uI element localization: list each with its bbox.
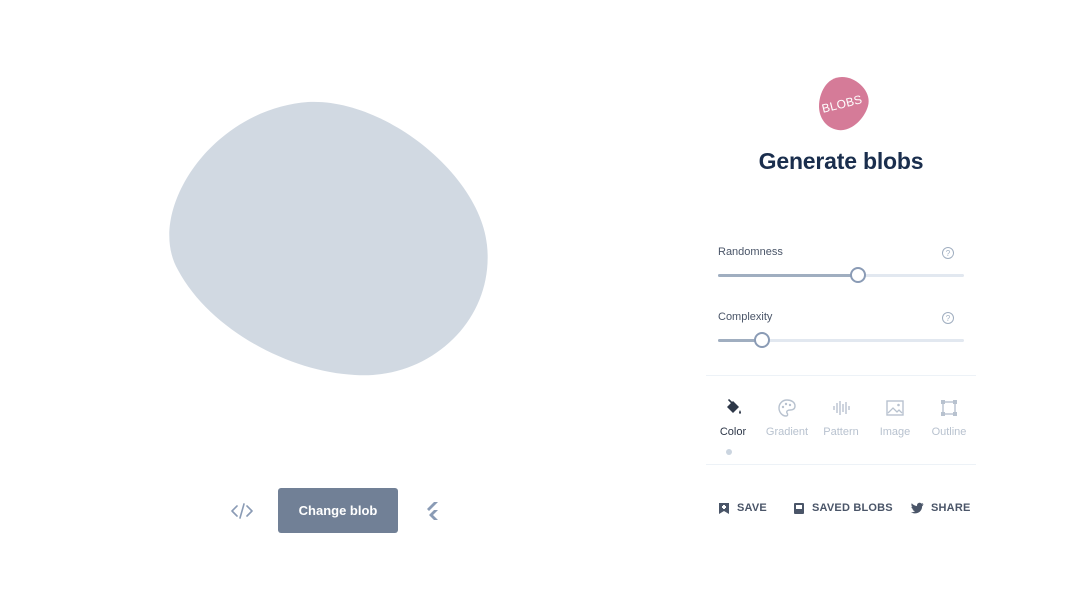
- tab-image-label: Image: [879, 426, 911, 438]
- bookmark-icon: [719, 502, 729, 514]
- saved-blobs-button[interactable]: SAVED BLOBS: [793, 498, 893, 518]
- outline-square-icon: [941, 400, 957, 416]
- book-icon: [794, 502, 804, 514]
- tab-outline[interactable]: Outline: [922, 392, 976, 452]
- fill-type-tabs: Color Gradient Pattern Image Outline: [706, 392, 976, 462]
- blobs-logo: BLOBS: [812, 74, 872, 134]
- divider: [706, 464, 976, 465]
- share-button[interactable]: SHARE: [911, 498, 971, 518]
- help-icon[interactable]: ?: [942, 312, 954, 324]
- share-label: SHARE: [931, 502, 971, 514]
- blob-shape: [169, 101, 488, 376]
- twitter-icon: [911, 502, 924, 514]
- tab-gradient-label: Gradient: [765, 426, 809, 438]
- randomness-fill: [718, 274, 859, 277]
- randomness-label: Randomness: [718, 246, 783, 258]
- canvas-actions: Change blob: [220, 488, 460, 534]
- save-label: SAVE: [737, 502, 767, 514]
- complexity-thumb[interactable]: [754, 332, 771, 348]
- paint-bucket-icon: [727, 399, 741, 414]
- flutter-icon[interactable]: [422, 501, 442, 521]
- change-blob-button[interactable]: Change blob: [278, 488, 398, 533]
- footer-actions: SAVE SAVED BLOBS SHARE: [706, 498, 976, 518]
- tab-pattern[interactable]: Pattern: [814, 392, 868, 452]
- randomness-track[interactable]: [718, 267, 964, 283]
- active-indicator: [726, 449, 732, 455]
- saved-blobs-label: SAVED BLOBS: [812, 502, 893, 514]
- complexity-label: Complexity: [718, 311, 773, 323]
- tab-color[interactable]: Color: [706, 392, 760, 455]
- randomness-slider: Randomness ?: [718, 246, 964, 290]
- blob-canvas: [150, 80, 510, 400]
- palette-icon: [778, 399, 796, 417]
- image-icon: [886, 400, 904, 416]
- save-button[interactable]: SAVE: [718, 498, 767, 518]
- tab-image[interactable]: Image: [868, 392, 922, 452]
- tab-outline-label: Outline: [931, 426, 967, 438]
- complexity-slider: Complexity ?: [718, 311, 964, 355]
- help-icon[interactable]: ?: [942, 247, 954, 259]
- randomness-thumb[interactable]: [850, 267, 867, 283]
- complexity-track[interactable]: [718, 332, 964, 348]
- pattern-bars-icon: [833, 401, 850, 415]
- code-icon[interactable]: [230, 500, 254, 522]
- tab-color-label: Color: [719, 426, 747, 438]
- control-panel: BLOBS Generate blobs Randomness ? Comple…: [706, 0, 976, 609]
- page-title: Generate blobs: [758, 148, 924, 174]
- tab-pattern-label: Pattern: [823, 426, 859, 438]
- tab-gradient[interactable]: Gradient: [760, 392, 814, 452]
- divider: [706, 375, 976, 376]
